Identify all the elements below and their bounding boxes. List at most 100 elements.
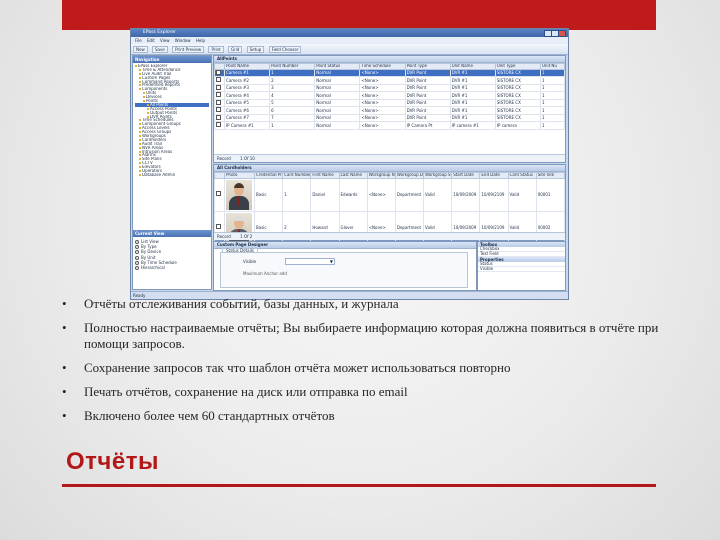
checkbox-icon[interactable] <box>216 84 221 90</box>
save-button[interactable]: Save <box>152 46 168 53</box>
grid-button[interactable]: Grid <box>227 46 243 53</box>
folder-icon <box>139 154 141 157</box>
checkbox-icon[interactable] <box>216 69 221 75</box>
table-cell: Camera #1 <box>223 68 271 77</box>
checkbox-icon[interactable] <box>216 122 221 127</box>
table-row[interactable]: Camera #1 1 Normal <None> DVR Point DVR #1 SIS… <box>214 68 565 77</box>
row-selector[interactable] <box>214 76 225 85</box>
table-cell: SISTORE CX <box>494 91 542 100</box>
column-header[interactable]: Workgroup Name <box>366 172 396 179</box>
setup-button[interactable]: Setup <box>246 46 265 53</box>
table-cell: 4 <box>269 91 316 100</box>
table-cell: IP camera #1 <box>449 121 496 130</box>
table-cell: DVR #1 <box>449 98 496 107</box>
tree-item[interactable]: Database Admin <box>135 173 209 177</box>
row-selector[interactable] <box>214 68 225 77</box>
property-row[interactable]: Visible <box>478 267 565 272</box>
table-cell: SISTORE CX <box>494 113 542 122</box>
column-header[interactable]: Workgroup Status <box>423 172 453 179</box>
folder-icon <box>139 123 141 126</box>
folder-icon <box>139 146 141 149</box>
column-header[interactable]: Workgroup Description <box>394 172 425 179</box>
table-row[interactable]: Camera #4 4 Normal <None> DVR Point DVR #1 SIS… <box>214 91 565 100</box>
row-selector[interactable] <box>214 98 225 107</box>
top-accent-bar <box>62 0 656 30</box>
folder-icon <box>139 150 141 153</box>
visible-dropdown[interactable]: ▼ <box>285 258 335 265</box>
folder-icon <box>139 138 141 141</box>
table-cell: 10/09/2009 <box>451 177 481 212</box>
print-preview-button[interactable]: Print Preview <box>172 46 205 53</box>
row-selector[interactable] <box>214 106 225 115</box>
row-selector[interactable] <box>214 91 225 100</box>
table-row[interactable]: Camera #2 2 Normal <None> DVR Point DVR #1 SIS… <box>214 76 565 85</box>
folder-icon <box>139 76 141 79</box>
field-chooser-button[interactable]: Field Chooser <box>268 46 302 53</box>
record-navigator[interactable]: 1 Of 2 <box>240 234 252 239</box>
folder-icon <box>139 170 141 173</box>
menu-view[interactable]: View <box>160 38 170 43</box>
table-cell: DVR Point <box>404 91 451 100</box>
checkbox-icon[interactable] <box>216 114 221 120</box>
view-option[interactable]: Hierarchical <box>135 265 177 270</box>
table-row[interactable]: Camera #5 5 Normal <None> DVR Point DVR #1 SIS… <box>214 98 565 107</box>
folder-icon <box>147 103 149 106</box>
print-button[interactable]: Print <box>208 46 224 53</box>
checkbox-icon[interactable] <box>216 191 221 197</box>
column-header[interactable]: Card Number <box>282 172 312 179</box>
checkbox-icon[interactable] <box>216 107 221 112</box>
folder-icon <box>139 135 141 138</box>
table-row[interactable]: IP Camera #1 1 Normal <None> IP Camera Pt IP … <box>214 121 565 130</box>
table-cell: DVR #1 <box>449 106 496 115</box>
checkbox-icon[interactable] <box>216 92 221 97</box>
bullet-text: Полностью настраиваемые отчёты; Вы выбир… <box>84 320 659 351</box>
table-cell: Daniel <box>310 177 340 212</box>
record-navigator[interactable]: 1 Of 10 <box>240 156 255 161</box>
checkbox-icon[interactable] <box>216 224 221 230</box>
cardholders-record-bar: Record 1 Of 2 <box>214 232 565 240</box>
table-cell: DVR #1 <box>449 91 496 100</box>
table-cell: <None> <box>359 113 406 122</box>
menu-window[interactable]: Window <box>175 38 191 43</box>
bullet-text: Печать отчётов, сохранение на диск или о… <box>84 384 408 399</box>
bullet-icon: • <box>62 296 67 311</box>
folder-icon <box>139 88 141 91</box>
table-cell: <None> <box>359 83 406 92</box>
current-view-title: Current View <box>133 230 211 237</box>
row-selector[interactable] <box>214 177 225 212</box>
table-cell: 2 <box>269 76 316 85</box>
table-cell: DVR #1 <box>449 76 496 85</box>
table-cell: 1 <box>282 177 312 212</box>
menu-file[interactable]: File <box>135 38 142 43</box>
table-row[interactable]: Camera #3 3 Normal <None> DVR Point DVR #1 SIS… <box>214 83 565 92</box>
table-cell: 1 <box>540 68 565 77</box>
table-cell: Camera #5 <box>223 98 271 107</box>
column-header[interactable]: Card Status <box>507 172 537 179</box>
menu-edit[interactable]: Edit <box>147 38 155 43</box>
table-row[interactable]: Camera #6 6 Normal <None> DVR Point DVR #1 SIS… <box>214 106 565 115</box>
table-cell: <None> <box>359 91 406 100</box>
new-button[interactable]: New <box>133 46 148 53</box>
close-button[interactable] <box>558 30 566 37</box>
row-selector[interactable] <box>214 113 225 122</box>
menu-help[interactable]: Help <box>196 38 205 43</box>
checkbox-icon[interactable] <box>216 99 221 105</box>
table-cell: DVR Point <box>404 76 451 85</box>
table-cell: Normal <box>314 98 361 107</box>
folder-icon <box>139 84 141 87</box>
navigation-tree: EPass Explorer Time & Attendance Live Audi… <box>133 63 211 178</box>
photo-cell <box>224 177 255 212</box>
row-selector[interactable] <box>214 83 225 92</box>
table-row[interactable]: Basic 1 Daniel Edwards <None> Department Valid… <box>214 177 566 212</box>
checkbox-icon[interactable] <box>216 77 221 82</box>
table-cell: DVR #1 <box>449 113 496 122</box>
column-header[interactable]: Credential Profile <box>253 172 284 179</box>
cardholders-pane: All Cardholders PhotoCredential ProfileC… <box>213 164 566 245</box>
app-window: EPass Explorer File Edit View Window Hel… <box>130 28 569 300</box>
table-cell: 1 <box>540 98 565 107</box>
table-cell: 1 <box>269 121 316 130</box>
table-cell: SISTORE CX <box>494 68 542 77</box>
folder-icon <box>139 131 141 134</box>
row-selector[interactable] <box>214 121 225 130</box>
table-row[interactable]: Camera #7 7 Normal <None> DVR Point DVR #1 SIS… <box>214 113 565 122</box>
